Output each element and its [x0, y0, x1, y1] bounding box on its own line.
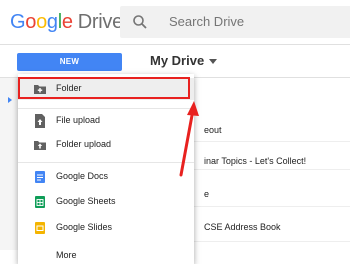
annotation-arrow — [179, 101, 199, 177]
menu-item-label: More — [56, 250, 77, 260]
